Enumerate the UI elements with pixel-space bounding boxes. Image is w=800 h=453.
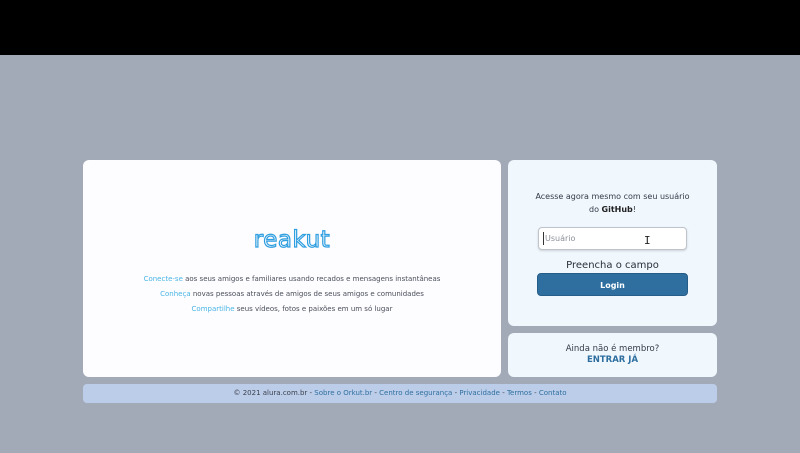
signup-card: Ainda não é membro? ENTRAR JÁ [508, 333, 717, 377]
copyright: © 2021 alura.com.br [233, 389, 308, 397]
feature-text: aos seus amigos e familiares usando reca… [182, 275, 441, 283]
username-input[interactable] [538, 227, 687, 250]
feature-line: Compartilhe seus vídeos, fotos e paixões… [83, 302, 501, 317]
feature-text: novas pessoas através de amigos de seus … [190, 290, 424, 298]
footer-link-about[interactable]: Sobre o Orkut.br [314, 389, 372, 397]
feature-list: Conecte-se aos seus amigos e familiares … [83, 272, 501, 317]
footer: © 2021 alura.com.br - Sobre o Orkut.br -… [83, 384, 717, 403]
validation-message: Preencha o campo [566, 260, 659, 271]
login-prompt-post: ! [632, 205, 636, 214]
feature-keyword: Compartilhe [191, 305, 235, 313]
footer-separator: - [499, 389, 507, 397]
login-prompt-pre: do [589, 205, 602, 214]
join-now-link[interactable]: ENTRAR JÁ [508, 355, 717, 365]
ibeam-cursor-icon: I [644, 234, 651, 247]
top-black-bar [0, 0, 800, 55]
footer-link-contact[interactable]: Contato [539, 389, 567, 397]
login-prompt-line1: Acesse agora mesmo com seu usuário [535, 192, 690, 201]
feature-keyword: Conecte-se [143, 275, 183, 283]
text-caret [543, 232, 544, 245]
reakut-logo: reakut [253, 226, 331, 253]
footer-link-terms[interactable]: Termos [507, 389, 532, 397]
welcome-card: reakut Conecte-se aos seus amigos e fami… [83, 160, 501, 377]
feature-line: Conheça novas pessoas através de amigos … [83, 287, 501, 302]
feature-text: seus vídeos, fotos e paixões em um só lu… [234, 305, 393, 313]
footer-link-safety[interactable]: Centro de segurança [379, 389, 452, 397]
feature-keyword: Conheça [160, 290, 191, 298]
footer-link-privacy[interactable]: Privacidade [459, 389, 500, 397]
feature-line: Conecte-se aos seus amigos e familiares … [83, 272, 501, 287]
github-label: GitHub [601, 205, 633, 214]
login-button[interactable]: Login [537, 273, 688, 296]
not-member-text: Ainda não é membro? [565, 344, 660, 354]
footer-separator: - [531, 389, 539, 397]
login-card: Acesse agora mesmo com seu usuário do Gi… [508, 160, 717, 326]
login-prompt: Acesse agora mesmo com seu usuário do Gi… [508, 190, 717, 216]
